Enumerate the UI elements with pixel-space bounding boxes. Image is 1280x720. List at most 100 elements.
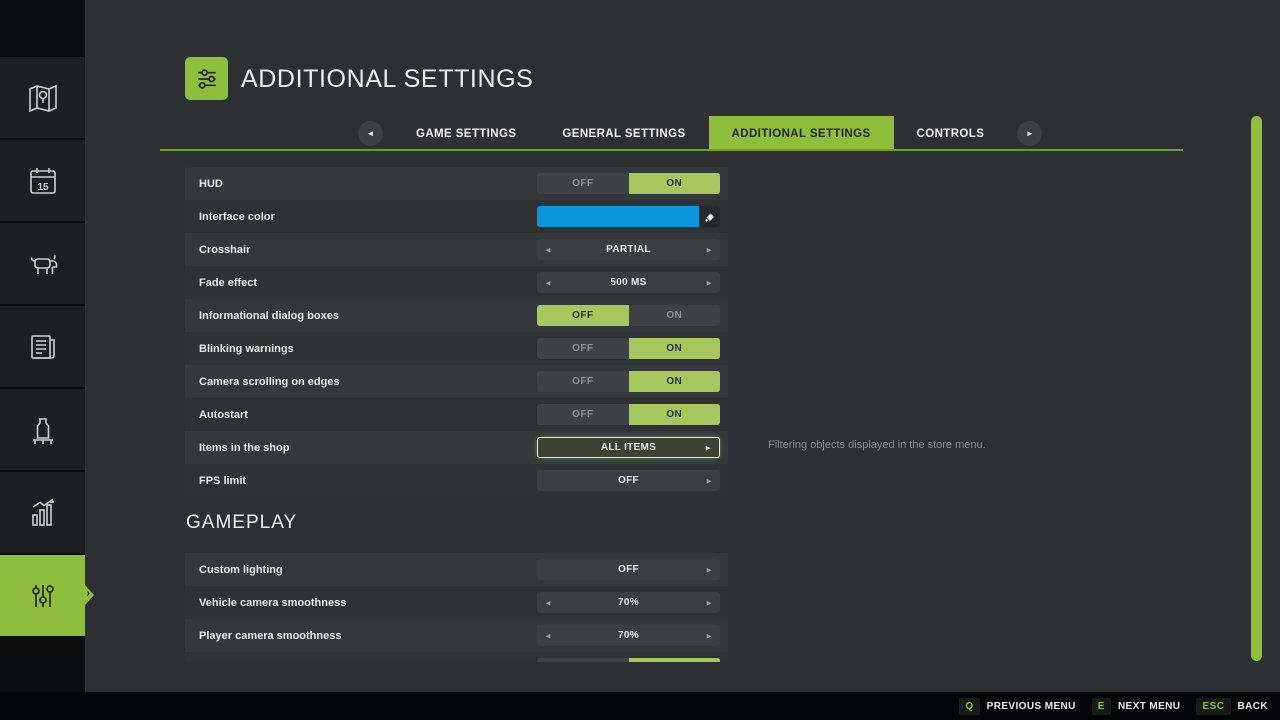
color-picker-button[interactable] — [699, 206, 720, 227]
tab-additional-settings[interactable]: ADDITIONAL SETTINGS — [709, 116, 894, 151]
selector-right-arrow-icon[interactable]: ► — [705, 476, 713, 485]
settings-row-hud[interactable]: HUD OFFON — [185, 167, 728, 200]
tab-controls[interactable]: CONTROLS — [894, 116, 1008, 151]
settings-row-crosshair[interactable]: Crosshair◄PARTIAL► — [185, 233, 728, 266]
settings-row-player-camera-smoothness[interactable]: Player camera smoothness◄70%► — [185, 619, 728, 652]
settings-row-autostart[interactable]: Autostart OFFON — [185, 398, 728, 431]
setting-label: Custom lighting — [199, 564, 283, 576]
settings-row-fade-effect[interactable]: Fade effect ◄500 MS► — [185, 266, 728, 299]
toggle-on-button[interactable]: ON — [629, 404, 721, 425]
sidebar-item-calendar[interactable]: 15 — [0, 140, 85, 221]
sidebar-item-map[interactable] — [0, 57, 85, 138]
selector-vehicle-camera-smoothness[interactable]: ◄ 70% ► — [537, 592, 720, 613]
setting-control: OFFON — [537, 173, 720, 194]
setting-control: ◄500 MS► — [537, 272, 720, 293]
tab-general-settings[interactable]: GENERAL SETTINGS — [539, 116, 708, 151]
cow-icon — [24, 245, 62, 283]
footer-hint-back: ESCBACK — [1196, 698, 1268, 715]
setting-label: Autostart — [199, 409, 248, 421]
selector-fps-limit[interactable]: OFF ► — [537, 470, 720, 491]
tab-game-settings[interactable]: GAME SETTINGS — [393, 116, 539, 151]
settings-row-camera-scrolling-on-edges[interactable]: Camera scrolling on edgesOFFON — [185, 365, 728, 398]
sidebar-item-animals[interactable] — [0, 223, 85, 304]
selector-items-in-the-shop[interactable]: ALL ITEMS► — [537, 437, 720, 458]
settings-row-items-in-the-shop[interactable]: Items in the shopALL ITEMS► — [185, 431, 728, 464]
selector-right-arrow-icon[interactable]: ► — [705, 245, 713, 254]
toggle-on-button[interactable]: ON — [629, 338, 721, 359]
tabs-prev-button[interactable]: ◄ — [358, 121, 383, 146]
sidebar: 15 › — [0, 0, 85, 692]
sidebar-item-statistics[interactable] — [0, 472, 85, 553]
settings-row-interface-color[interactable]: Interface color — [185, 200, 728, 233]
selector-left-arrow-icon[interactable]: ◄ — [544, 598, 552, 607]
sliders-icon — [192, 64, 222, 94]
selector-right-arrow-icon[interactable]: ► — [705, 631, 713, 640]
settings-row-row[interactable]: OFFON — [185, 652, 728, 662]
toggle-off-button[interactable]: OFF — [537, 371, 629, 392]
key-badge-q: Q — [959, 698, 979, 715]
active-item-pointer-icon: › — [87, 588, 90, 599]
footer-bar: QPREVIOUS MENUENEXT MENUESCBACK — [0, 692, 1280, 720]
selector-right-arrow-icon[interactable]: ► — [704, 443, 712, 452]
setting-label: HUD — [199, 178, 223, 190]
toggle-off-button[interactable]: OFF — [537, 658, 629, 662]
sidebar-item-settings[interactable]: › — [0, 555, 85, 636]
toggle-off-button[interactable]: OFF — [537, 173, 629, 194]
setting-control: ◄PARTIAL► — [537, 239, 720, 260]
selector-value: OFF — [618, 475, 639, 486]
toggle-off-button[interactable]: OFF — [537, 404, 629, 425]
footer-hint-previous-menu: QPREVIOUS MENU — [959, 698, 1075, 715]
settings-row-fps-limit[interactable]: FPS limit OFF ► — [185, 464, 728, 497]
selector-custom-lighting[interactable]: OFF ► — [537, 559, 720, 580]
settings-row-custom-lighting[interactable]: Custom lighting OFF ► — [185, 553, 728, 586]
settings-row-blinking-warnings[interactable]: Blinking warningsOFFON — [185, 332, 728, 365]
toggle-off-button[interactable]: OFF — [537, 305, 629, 326]
selector-value: 70% — [618, 630, 639, 641]
setting-label: FPS limit — [199, 475, 246, 487]
production-icon — [24, 411, 62, 449]
setting-control — [537, 206, 720, 227]
setting-control: ◄ 70% ► — [537, 625, 720, 646]
tab-underline — [160, 149, 1183, 151]
selector-crosshair[interactable]: ◄PARTIAL► — [537, 239, 720, 260]
selector-fade-effect[interactable]: ◄500 MS► — [537, 272, 720, 293]
calendar-day-label: 15 — [37, 182, 49, 193]
settings-icon — [24, 577, 62, 615]
selector-value: 70% — [618, 597, 639, 608]
sidebar-item-production[interactable] — [0, 389, 85, 470]
setting-control: ◄ 70% ► — [537, 592, 720, 613]
interface-color-control — [537, 206, 720, 227]
selector-left-arrow-icon[interactable]: ◄ — [544, 631, 552, 640]
toggle-informational-dialog-boxes: OFFON — [537, 305, 720, 326]
toggle-on-button[interactable]: ON — [629, 658, 721, 662]
selector-player-camera-smoothness[interactable]: ◄ 70% ► — [537, 625, 720, 646]
toggle-row: OFFON — [537, 658, 720, 662]
setting-label: Fade effect — [199, 277, 257, 289]
selector-right-arrow-icon[interactable]: ► — [705, 598, 713, 607]
tab-list: GAME SETTINGSGENERAL SETTINGSADDITIONAL … — [393, 116, 1007, 151]
selector-left-arrow-icon[interactable]: ◄ — [544, 278, 552, 287]
toggle-on-button[interactable]: ON — [629, 305, 721, 326]
setting-description: Filtering objects displayed in the store… — [768, 439, 1188, 451]
settings-list: HUDOFFONInterface colorCrosshair◄PARTIAL… — [185, 167, 728, 497]
settings-row-vehicle-camera-smoothness[interactable]: Vehicle camera smoothness◄70%► — [185, 586, 728, 619]
selector-left-arrow-icon[interactable]: ◄ — [544, 245, 552, 254]
settings-row-informational-dialog-boxes[interactable]: Informational dialog boxesOFFON — [185, 299, 728, 332]
selector-right-arrow-icon[interactable]: ► — [705, 278, 713, 287]
paint-bucket-icon — [704, 211, 716, 223]
tabs-next-button[interactable]: ► — [1017, 121, 1042, 146]
map-icon — [24, 79, 62, 117]
scrollbar-thumb[interactable] — [1251, 116, 1262, 661]
key-badge-esc: ESC — [1196, 698, 1230, 715]
selector-value: OFF — [618, 564, 639, 575]
gameplay-settings-list: Custom lightingOFF►Vehicle camera smooth… — [185, 553, 728, 662]
toggle-on-button[interactable]: ON — [629, 173, 721, 194]
toggle-off-button[interactable]: OFF — [537, 338, 629, 359]
footer-hints: QPREVIOUS MENUENEXT MENUESCBACK — [959, 698, 1268, 715]
toggle-on-button[interactable]: ON — [629, 371, 721, 392]
setting-control: OFFON — [537, 305, 720, 326]
color-swatch[interactable] — [537, 206, 699, 227]
statistics-icon — [24, 494, 62, 532]
sidebar-item-contracts[interactable] — [0, 306, 85, 387]
selector-right-arrow-icon[interactable]: ► — [705, 565, 713, 574]
